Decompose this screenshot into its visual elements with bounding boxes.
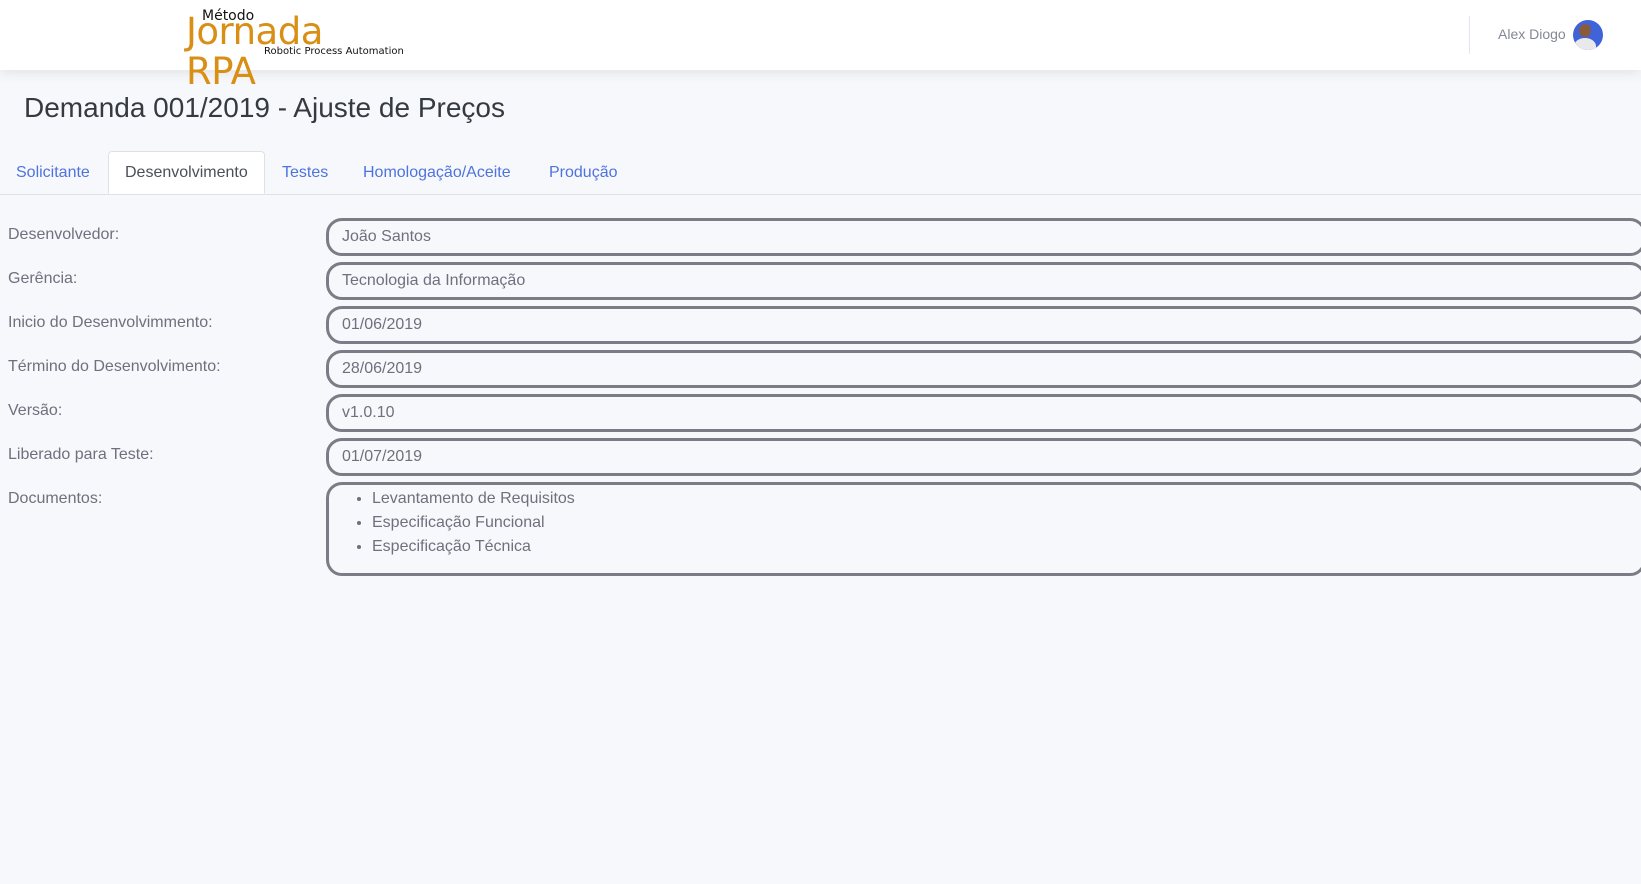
- documentos-label: Documentos:: [8, 490, 103, 507]
- desenvolvedor-field[interactable]: João Santos: [326, 218, 1641, 256]
- topbar-divider: [1469, 16, 1470, 54]
- tab-desenvolvimento[interactable]: Desenvolvimento: [108, 151, 265, 194]
- termino-desenvolvimento-label: Término do Desenvolvimento:: [8, 358, 221, 375]
- documents-list: Levantamento de Requisitos Especificação…: [342, 487, 1630, 559]
- logo-tagline: Robotic Process Automation: [264, 46, 404, 57]
- tab-bar: Solicitante Desenvolvimento Testes Homol…: [0, 151, 1641, 195]
- page-title: Demanda 001/2019 - Ajuste de Preços: [24, 92, 505, 123]
- user-name[interactable]: Alex Diogo: [1498, 26, 1566, 42]
- document-item[interactable]: Levantamento de Requisitos: [372, 487, 1630, 511]
- logo[interactable]: Método Jornada RPA Robotic Process Autom…: [186, 6, 404, 92]
- avatar-head-shape: [1579, 24, 1591, 37]
- documentos-field: Levantamento de Requisitos Especificação…: [326, 482, 1641, 576]
- versao-field[interactable]: v1.0.10: [326, 394, 1641, 432]
- tab-testes[interactable]: Testes: [266, 152, 344, 193]
- liberado-teste-label: Liberado para Teste:: [8, 446, 154, 463]
- inicio-desenvolvimento-label: Inicio do Desenvolvimmento:: [8, 314, 213, 331]
- document-item[interactable]: Especificação Funcional: [372, 511, 1630, 535]
- versao-label: Versão:: [8, 402, 63, 419]
- gerencia-label: Gerência:: [8, 270, 78, 287]
- inicio-desenvolvimento-field[interactable]: 01/06/2019: [326, 306, 1641, 344]
- tab-homologacao-aceite[interactable]: Homologação/Aceite: [347, 152, 527, 193]
- user-avatar[interactable]: [1573, 20, 1603, 50]
- tab-producao[interactable]: Produção: [533, 152, 634, 193]
- gerencia-field[interactable]: Tecnologia da Informação: [326, 262, 1641, 300]
- topbar: Método Jornada RPA Robotic Process Autom…: [0, 0, 1641, 92]
- avatar-body-shape: [1574, 38, 1596, 50]
- desenvolvedor-label: Desenvolvedor:: [8, 226, 120, 243]
- document-item[interactable]: Especificação Técnica: [372, 535, 1630, 559]
- liberado-teste-field[interactable]: 01/07/2019: [326, 438, 1641, 476]
- tab-solicitante[interactable]: Solicitante: [0, 152, 106, 193]
- termino-desenvolvimento-field[interactable]: 28/06/2019: [326, 350, 1641, 388]
